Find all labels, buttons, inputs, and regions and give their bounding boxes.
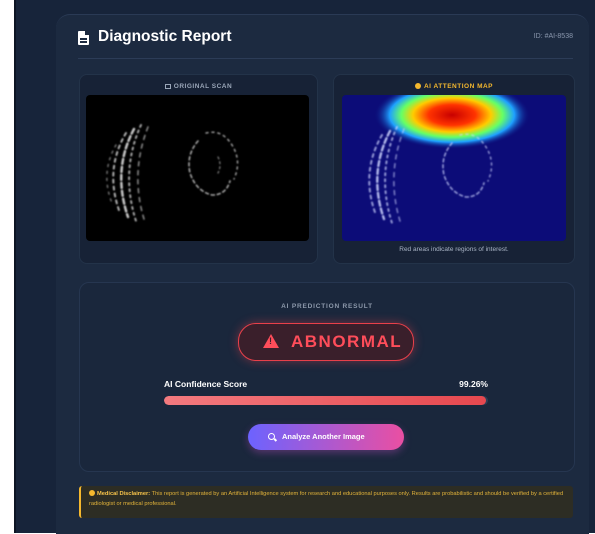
confidence-label: AI Confidence Score bbox=[164, 379, 248, 389]
attention-map-image bbox=[342, 95, 566, 241]
attention-map-label-text: AI ATTENTION MAP bbox=[423, 83, 494, 90]
warning-triangle-icon bbox=[263, 334, 279, 348]
prediction-label: ABNORMAL bbox=[291, 332, 403, 351]
prediction-result-panel: AI PREDICTION RESULT ABNORMAL AI Confide… bbox=[79, 282, 575, 472]
image-icon bbox=[164, 84, 171, 89]
attention-map-label: AI ATTENTION MAP bbox=[334, 83, 574, 90]
report-id: ID: #AI-8538 bbox=[533, 33, 573, 40]
info-icon bbox=[89, 490, 95, 496]
document-icon bbox=[78, 31, 89, 45]
disclaimer-title: Medical Disclaimer: bbox=[97, 491, 151, 497]
prediction-heading: AI PREDICTION RESULT bbox=[281, 303, 373, 310]
search-icon bbox=[268, 433, 275, 440]
page-title: Diagnostic Report bbox=[98, 28, 232, 45]
attention-dot-icon bbox=[414, 83, 421, 89]
confidence-bar-fill bbox=[164, 396, 486, 405]
confidence-bar bbox=[164, 396, 488, 405]
attention-map-caption: Red areas indicate regions of interest. bbox=[399, 246, 509, 253]
analyze-another-label: Analyze Another Image bbox=[282, 432, 365, 441]
original-scan-label-text: ORIGINAL SCAN bbox=[173, 83, 233, 90]
attention-map-panel: AI ATTENTION MAP Red areas indicate regi… bbox=[333, 74, 575, 264]
original-scan-image bbox=[86, 95, 309, 241]
medical-disclaimer: Medical Disclaimer: This report is gener… bbox=[79, 486, 573, 518]
analyze-another-button[interactable]: Analyze Another Image bbox=[248, 424, 404, 450]
confidence-value: 99.26% bbox=[459, 379, 488, 389]
original-scan-label: ORIGINAL SCAN bbox=[80, 83, 317, 90]
disclaimer-text: This report is generated by an Artificia… bbox=[89, 491, 564, 507]
original-scan-panel: ORIGINAL SCAN bbox=[79, 74, 318, 264]
prediction-badge: ABNORMAL bbox=[238, 323, 414, 361]
report-header: Diagnostic Report ID: #AI-8538 bbox=[78, 28, 573, 59]
